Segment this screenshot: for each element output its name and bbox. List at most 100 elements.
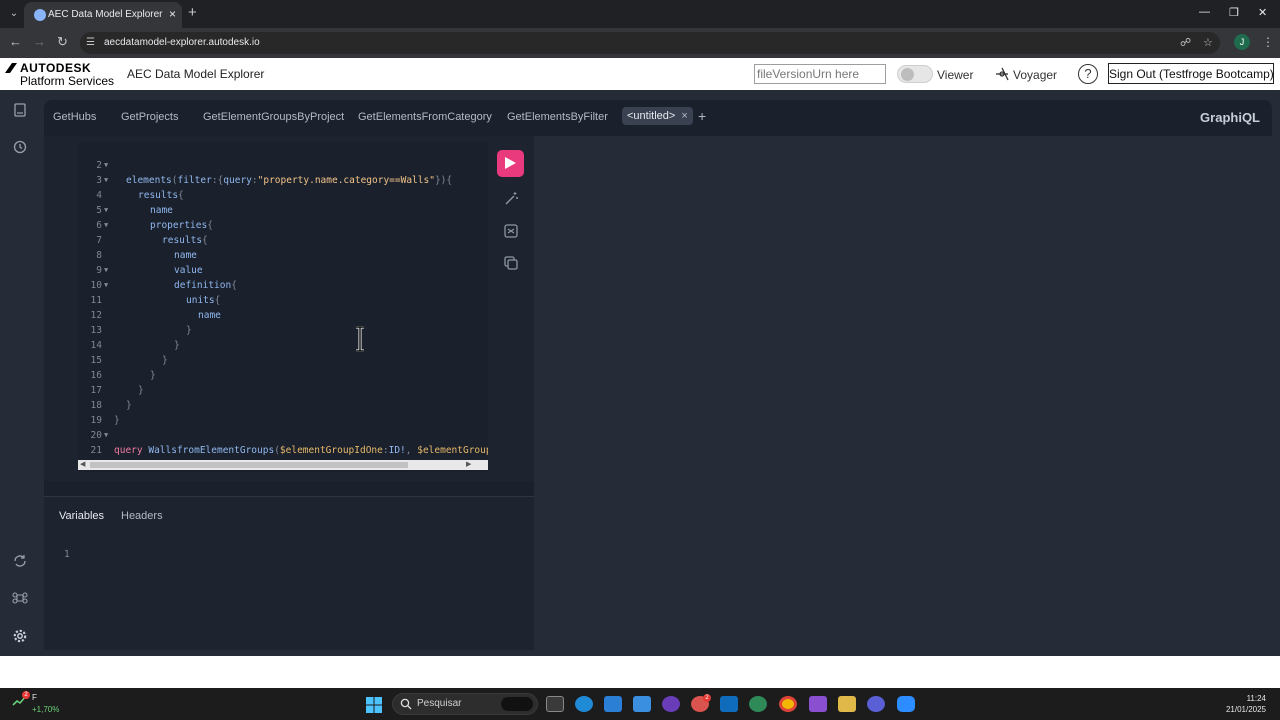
- code-line: 16 }: [90, 370, 144, 396]
- back-arrow-icon[interactable]: ←: [9, 35, 22, 49]
- password-key-icon[interactable]: ☍: [1180, 36, 1191, 49]
- zoom-icon[interactable]: [897, 696, 915, 712]
- code-line: 20 ▼ query WallsfromElementGroups($elemen…: [90, 430, 488, 456]
- widget-title: F: [32, 693, 37, 702]
- profile-avatar[interactable]: J: [1234, 34, 1250, 50]
- tab-getelementgroupsbyproject[interactable]: GetElementGroupsByProject: [203, 111, 344, 123]
- help-button[interactable]: ?: [1078, 64, 1098, 84]
- window-close-icon[interactable]: ✕: [1258, 6, 1267, 19]
- graphiql-logo: GraphiQL: [1200, 110, 1260, 125]
- brand-subtitle: Platform Services: [20, 74, 115, 88]
- execute-query-button[interactable]: [497, 150, 524, 177]
- sign-out-button[interactable]: Sign Out (Testfroge Bootcamp): [1108, 63, 1274, 84]
- code-line: 18 }: [90, 400, 120, 426]
- chrome-icon[interactable]: [779, 696, 797, 712]
- copy-icon: [504, 256, 518, 270]
- file-explorer-icon[interactable]: [838, 696, 856, 712]
- code-line: 5 ▼ properties{: [96, 205, 213, 231]
- page-bottom-area: [0, 656, 1280, 688]
- minimize-icon[interactable]: —: [1199, 6, 1210, 18]
- close-tab-icon[interactable]: ×: [169, 8, 176, 20]
- app-icon-purple[interactable]: [867, 696, 885, 712]
- graphiql-container: GetHubs GetProjects GetElementGroupsByPr…: [0, 90, 1280, 656]
- tab-untitled[interactable]: <untitled> ×: [622, 107, 693, 125]
- code-line: 2 ▼ elements(filter:{query:"property.name…: [96, 160, 453, 186]
- code-line: 22 }: [78, 443, 478, 471]
- search-highlight-image: [501, 697, 533, 711]
- tab-untitled-label: <untitled>: [627, 110, 676, 122]
- file-version-urn-input[interactable]: [754, 64, 886, 84]
- favicon-icon: [34, 9, 46, 21]
- tab-search-chevron-icon[interactable]: ⌄: [6, 6, 22, 22]
- browser-tab-active[interactable]: AEC Data Model Explorer ×: [24, 2, 182, 28]
- code-line: 21: [90, 445, 102, 456]
- code-line: 12 }: [90, 310, 192, 336]
- url-text: aecdatamodel-explorer.autodesk.io: [104, 37, 260, 48]
- code-line: 14 }: [90, 340, 168, 366]
- tab-gethubs[interactable]: GetHubs: [53, 111, 96, 123]
- docs-explorer-icon[interactable]: [12, 102, 28, 118]
- code-line: 4 name: [96, 190, 173, 216]
- settings-gear-icon[interactable]: [12, 628, 28, 644]
- tab-getelementsfromcategory[interactable]: GetElementsFromCategory: [358, 111, 492, 123]
- tab-getprojects[interactable]: GetProjects: [121, 111, 178, 123]
- copy-query-button[interactable]: [498, 250, 524, 276]
- system-clock[interactable]: 11:24 21/01/2025: [1222, 693, 1266, 715]
- scrollbar-thumb[interactable]: [90, 462, 408, 468]
- reload-icon[interactable]: ↻: [57, 35, 68, 49]
- scroll-left-arrow-icon[interactable]: ◀: [80, 460, 85, 470]
- restore-icon[interactable]: ❐: [1229, 6, 1239, 19]
- edge-browser-icon[interactable]: [575, 696, 593, 712]
- add-tab-plus-icon[interactable]: +: [698, 108, 706, 124]
- tab-getelementsbyfilter[interactable]: GetElementsByFilter: [507, 111, 608, 123]
- taskbar-search[interactable]: Pesquisar: [392, 693, 538, 715]
- windows-start-icon[interactable]: [366, 697, 382, 713]
- windows-taskbar: 2 F +1,70% Pesquisar 2 11:24 21/01/2025: [0, 688, 1280, 720]
- task-view-icon[interactable]: [546, 696, 564, 712]
- forward-arrow-icon[interactable]: →: [33, 35, 46, 49]
- tab-close-icon[interactable]: ×: [681, 110, 687, 122]
- github-desktop-icon[interactable]: [662, 696, 680, 712]
- code-line: 13 }: [90, 325, 180, 351]
- browser-tab-title: AEC Data Model Explorer: [48, 9, 163, 20]
- history-icon[interactable]: [12, 139, 28, 155]
- keyboard-shortcuts-icon[interactable]: [12, 590, 28, 606]
- brand-name: AUTODESK: [20, 61, 92, 75]
- remote-desktop-icon[interactable]: [633, 696, 651, 712]
- voyager-label: Voyager: [1013, 68, 1058, 82]
- refetch-schema-icon[interactable]: [12, 553, 28, 569]
- code-line: 7 name: [96, 235, 197, 261]
- bookmark-star-icon[interactable]: ☆: [1203, 36, 1213, 49]
- magic-wand-icon: [505, 192, 518, 205]
- browser-menu-icon[interactable]: ⋮: [1262, 34, 1274, 50]
- search-placeholder: Pesquisar: [417, 698, 462, 709]
- app-header: AUTODESK Platform Services AEC Data Mode…: [0, 58, 1280, 90]
- viewer-toggle[interactable]: [897, 65, 933, 83]
- response-pane[interactable]: [534, 136, 1272, 650]
- visual-studio-icon[interactable]: [809, 696, 827, 712]
- code-line: 10 ▼ units{: [90, 280, 221, 306]
- vscode-icon[interactable]: [604, 696, 622, 712]
- widget-badge: 2: [22, 691, 30, 699]
- query-editor[interactable]: 2 ▼ elements(filter:{query:"property.name…: [78, 142, 488, 472]
- code-line: 8 value: [96, 250, 203, 276]
- autodesk-logo-icon: [5, 63, 17, 73]
- scroll-right-arrow-icon[interactable]: ▶: [466, 460, 471, 470]
- code-line: 15 }: [90, 355, 156, 381]
- widget-value: +1,70%: [32, 705, 60, 714]
- outlook-icon[interactable]: [720, 696, 738, 712]
- code-line: 17 }: [90, 385, 132, 411]
- tab-variables[interactable]: Variables: [59, 510, 104, 522]
- code-line: 9 ▼ definition{: [96, 265, 237, 291]
- site-settings-icon[interactable]: ☰: [86, 37, 98, 49]
- tab-headers[interactable]: Headers: [121, 510, 163, 522]
- merge-icon: [504, 224, 518, 238]
- editor-horizontal-scrollbar[interactable]: ◀ ▶: [78, 460, 488, 470]
- play-icon: [505, 157, 516, 169]
- edge-dev-icon[interactable]: [749, 696, 767, 712]
- app-title: AEC Data Model Explorer: [127, 67, 265, 81]
- merge-fragments-button[interactable]: [498, 218, 524, 244]
- prettify-button[interactable]: [498, 186, 524, 212]
- new-tab-plus-icon[interactable]: +: [188, 5, 197, 20]
- address-bar[interactable]: ☰ aecdatamodel-explorer.autodesk.io ☍ ☆: [80, 32, 1220, 54]
